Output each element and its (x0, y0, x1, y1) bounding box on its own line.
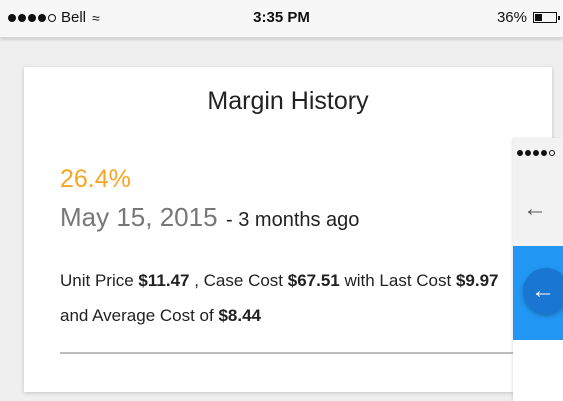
cost-details: Unit Price $11.47 , Case Cost $67.51 wit… (60, 263, 530, 333)
case-cost-value: $67.51 (287, 271, 340, 290)
signal-dots-icon (517, 150, 555, 156)
details-text: and Average Cost of (60, 306, 219, 325)
fab-arrow-back-icon: ← (531, 277, 555, 304)
fab-back-button[interactable]: ← (523, 268, 563, 314)
overlay-blue-header: ← (513, 246, 563, 340)
details-text: with Last Cost (339, 271, 456, 290)
date-line: May 15, 2015 - 3 months ago (60, 202, 359, 233)
status-right: 36% (496, 9, 560, 26)
status-bar: Bell ≈ 3:35 PM 36% (0, 0, 563, 38)
battery-icon (533, 12, 560, 23)
card-divider (60, 352, 530, 354)
status-time: 3:35 PM (253, 9, 310, 26)
unit-price-value: $11.47 (138, 271, 190, 290)
overlay-status-bar (513, 138, 563, 172)
arrow-back-icon: ← (523, 195, 547, 222)
details-text: Unit Price (60, 271, 139, 290)
margin-history-card: Margin History 26.4% May 15, 2015 - 3 mo… (24, 67, 552, 392)
margin-date: May 15, 2015 (60, 202, 218, 232)
card-title: Margin History (207, 87, 369, 115)
average-cost-value: $8.44 (218, 306, 262, 325)
relative-time: - 3 months ago (226, 209, 360, 231)
overlay-screen-edge: ← ← (513, 138, 563, 401)
margin-percent: 26.4% (60, 165, 131, 193)
back-button[interactable]: ← (513, 172, 563, 246)
details-text: , Case Cost (189, 271, 288, 290)
battery-fill (535, 14, 543, 21)
battery-percent: 36% (496, 9, 527, 26)
last-cost-value: $9.97 (455, 271, 499, 290)
